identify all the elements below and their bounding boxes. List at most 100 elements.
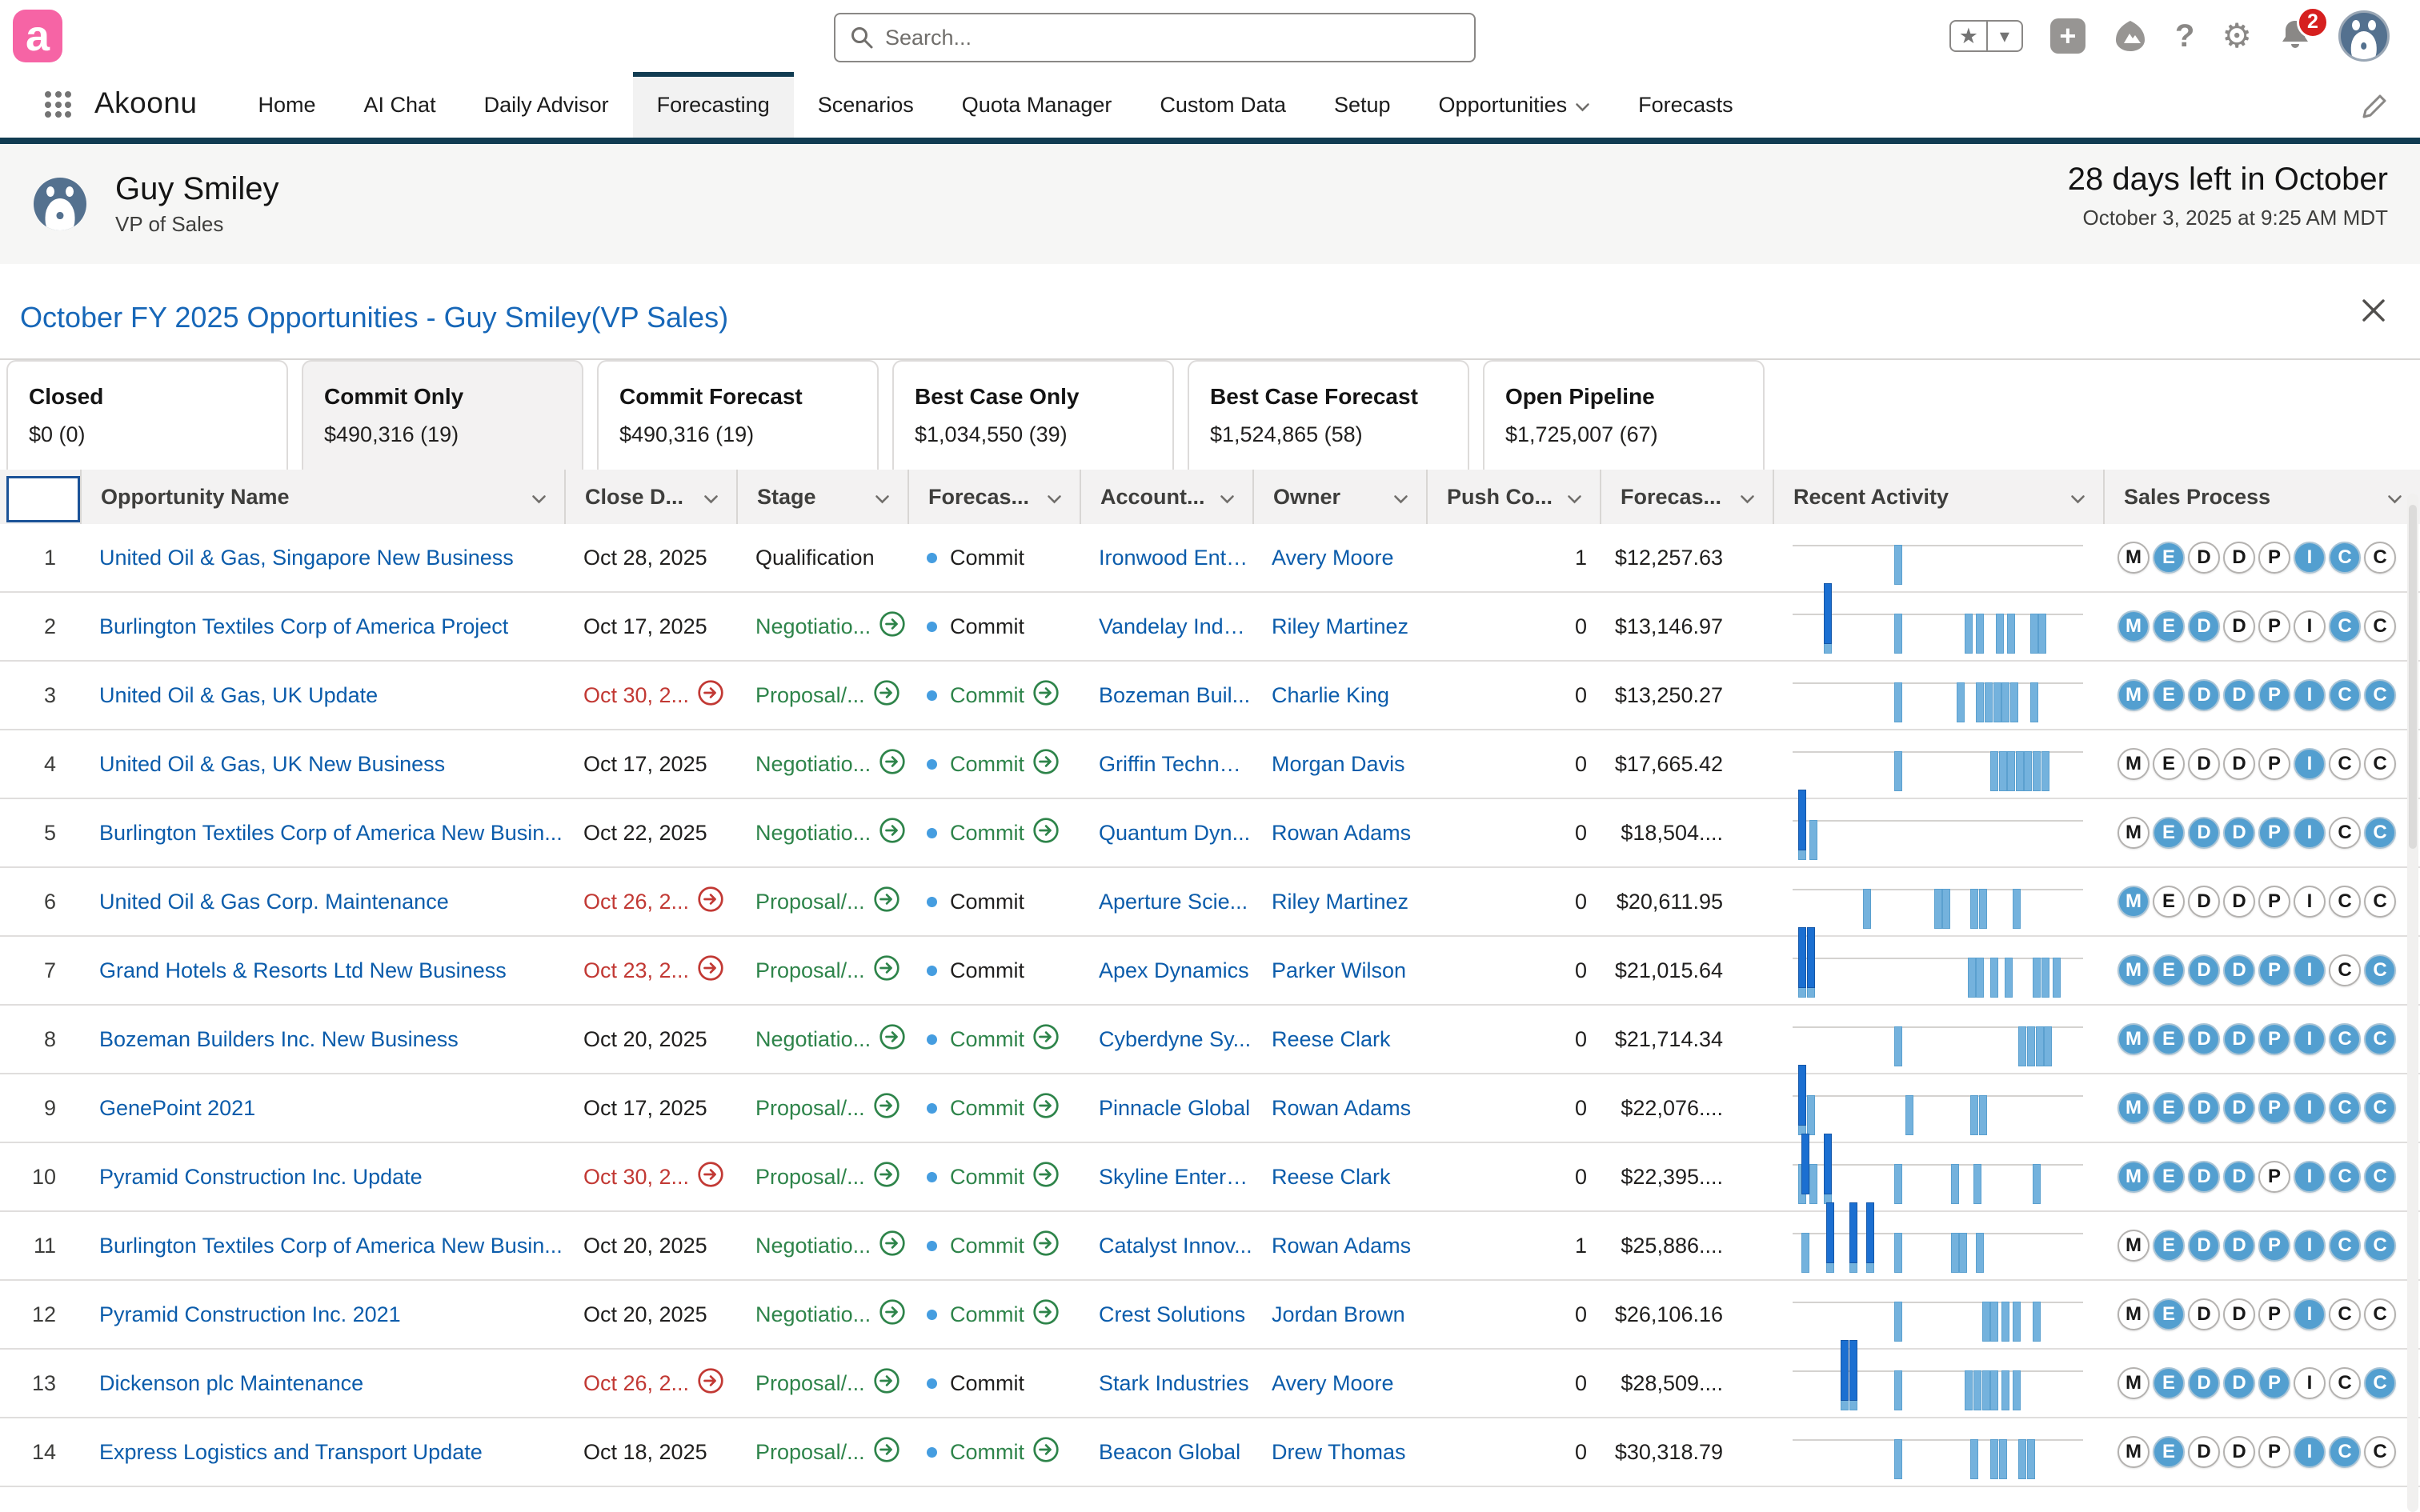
- sales-process-step-d[interactable]: D: [2223, 1023, 2255, 1055]
- sales-process-step-e[interactable]: E: [2153, 1298, 2185, 1330]
- sales-process-step-e[interactable]: E: [2153, 1436, 2185, 1468]
- nav-tab-opportunities[interactable]: Opportunities: [1415, 72, 1615, 138]
- sales-process-step-c[interactable]: C: [2329, 1298, 2361, 1330]
- sales-process-step-d[interactable]: D: [2188, 1023, 2220, 1055]
- global-search[interactable]: [834, 13, 1476, 62]
- owner-link[interactable]: Rowan Adams: [1272, 821, 1411, 846]
- sales-process-step-c[interactable]: C: [2329, 1367, 2361, 1399]
- owner-link[interactable]: Jordan Brown: [1272, 1302, 1405, 1327]
- sales-process-step-c[interactable]: C: [2329, 748, 2361, 780]
- opportunity-name-link[interactable]: GenePoint 2021: [99, 1096, 255, 1121]
- sales-process-step-p[interactable]: P: [2258, 886, 2290, 918]
- sales-process-step-i[interactable]: I: [2294, 542, 2326, 574]
- favorites-button[interactable]: ★ ▾: [1949, 20, 2023, 52]
- sales-process-step-e[interactable]: E: [2153, 886, 2185, 918]
- sort-chevron-icon[interactable]: [1047, 485, 1062, 510]
- opportunity-name-link[interactable]: United Oil & Gas, Singapore New Business: [99, 546, 514, 570]
- opportunity-name-link[interactable]: United Oil & Gas, UK New Business: [99, 752, 445, 777]
- nav-tab-home[interactable]: Home: [234, 72, 340, 138]
- account-link[interactable]: Bozeman Buil...: [1099, 683, 1250, 708]
- sales-process-step-e[interactable]: E: [2153, 748, 2185, 780]
- sales-process-step-d[interactable]: D: [2223, 886, 2255, 918]
- sales-process-step-p[interactable]: P: [2258, 1161, 2290, 1193]
- owner-link[interactable]: Rowan Adams: [1272, 1234, 1411, 1258]
- trailhead-icon[interactable]: [2113, 19, 2148, 53]
- sales-process-step-i[interactable]: I: [2294, 610, 2326, 642]
- nav-tab-quota-manager[interactable]: Quota Manager: [938, 72, 1136, 138]
- opportunity-name-link[interactable]: Pyramid Construction Inc. Update: [99, 1165, 423, 1190]
- user-avatar[interactable]: [2338, 10, 2390, 62]
- sales-process-step-d[interactable]: D: [2188, 1436, 2220, 1468]
- sort-chevron-icon[interactable]: [2387, 485, 2402, 510]
- sales-process-step-d[interactable]: D: [2188, 748, 2220, 780]
- sales-process-step-i[interactable]: I: [2294, 886, 2326, 918]
- sales-process-step-c[interactable]: C: [2329, 954, 2361, 986]
- sales-process-step-c[interactable]: C: [2364, 1161, 2396, 1193]
- sales-process-step-i[interactable]: I: [2294, 954, 2326, 986]
- account-link[interactable]: Stark Industries: [1099, 1371, 1249, 1396]
- sales-process-step-c[interactable]: C: [2329, 1230, 2361, 1262]
- sales-process-step-m[interactable]: M: [2118, 886, 2150, 918]
- help-icon[interactable]: ?: [2175, 18, 2194, 54]
- sales-process-step-m[interactable]: M: [2118, 1367, 2150, 1399]
- account-link[interactable]: Apex Dynamics: [1099, 958, 1249, 983]
- opportunity-name-link[interactable]: Express Logistics and Transport Update: [99, 1440, 483, 1465]
- sales-process-step-p[interactable]: P: [2258, 1023, 2290, 1055]
- akoonu-logo-icon[interactable]: a: [13, 10, 62, 62]
- account-link[interactable]: Vandelay Indu...: [1099, 614, 1252, 639]
- sales-process-step-p[interactable]: P: [2258, 679, 2290, 711]
- sales-process-step-d[interactable]: D: [2188, 610, 2220, 642]
- sales-process-step-e[interactable]: E: [2153, 1023, 2185, 1055]
- nav-tab-custom-data[interactable]: Custom Data: [1136, 72, 1310, 138]
- sales-process-step-i[interactable]: I: [2294, 1092, 2326, 1124]
- sales-process-step-c[interactable]: C: [2329, 610, 2361, 642]
- sales-process-step-p[interactable]: P: [2258, 1436, 2290, 1468]
- sales-process-step-e[interactable]: E: [2153, 1161, 2185, 1193]
- sales-process-step-e[interactable]: E: [2153, 817, 2185, 849]
- sales-process-step-p[interactable]: P: [2258, 610, 2290, 642]
- sales-process-step-d[interactable]: D: [2188, 886, 2220, 918]
- column-header-owner[interactable]: Owner: [1252, 470, 1426, 524]
- sales-process-step-m[interactable]: M: [2118, 1298, 2150, 1330]
- sales-process-step-d[interactable]: D: [2188, 1092, 2220, 1124]
- opportunity-name-link[interactable]: United Oil & Gas Corp. Maintenance: [99, 890, 449, 914]
- sales-process-step-m[interactable]: M: [2118, 1436, 2150, 1468]
- sales-process-step-d[interactable]: D: [2188, 1161, 2220, 1193]
- sales-process-step-e[interactable]: E: [2153, 1367, 2185, 1399]
- sales-process-step-d[interactable]: D: [2188, 1230, 2220, 1262]
- sales-process-step-i[interactable]: I: [2294, 1161, 2326, 1193]
- sales-process-step-p[interactable]: P: [2258, 1230, 2290, 1262]
- sales-process-step-c[interactable]: C: [2364, 1230, 2396, 1262]
- summary-tab-open-pipeline[interactable]: Open Pipeline$1,725,007 (67): [1483, 360, 1765, 470]
- sales-process-step-i[interactable]: I: [2294, 748, 2326, 780]
- summary-tab-best-case-only[interactable]: Best Case Only$1,034,550 (39): [892, 360, 1174, 470]
- sort-chevron-icon[interactable]: [1220, 485, 1235, 510]
- sales-process-step-i[interactable]: I: [2294, 1436, 2326, 1468]
- sales-process-step-p[interactable]: P: [2258, 748, 2290, 780]
- sales-process-step-c[interactable]: C: [2329, 1161, 2361, 1193]
- sales-process-step-m[interactable]: M: [2118, 748, 2150, 780]
- sales-process-step-m[interactable]: M: [2118, 1161, 2150, 1193]
- sales-process-step-c[interactable]: C: [2364, 1092, 2396, 1124]
- owner-link[interactable]: Reese Clark: [1272, 1027, 1391, 1052]
- opportunity-name-link[interactable]: Pyramid Construction Inc. 2021: [99, 1302, 401, 1327]
- sales-process-step-d[interactable]: D: [2223, 1298, 2255, 1330]
- app-launcher-icon[interactable]: [45, 91, 72, 118]
- owner-link[interactable]: Avery Moore: [1272, 1371, 1394, 1396]
- sales-process-step-c[interactable]: C: [2364, 1023, 2396, 1055]
- sales-process-step-c[interactable]: C: [2329, 1092, 2361, 1124]
- sales-process-step-p[interactable]: P: [2258, 542, 2290, 574]
- owner-link[interactable]: Charlie King: [1272, 683, 1389, 708]
- sales-process-step-d[interactable]: D: [2223, 748, 2255, 780]
- add-icon[interactable]: +: [2050, 18, 2085, 54]
- sales-process-step-m[interactable]: M: [2118, 954, 2150, 986]
- opportunity-name-link[interactable]: Dickenson plc Maintenance: [99, 1371, 363, 1396]
- sales-process-step-e[interactable]: E: [2153, 1092, 2185, 1124]
- column-header-close-d-[interactable]: Close D...: [564, 470, 736, 524]
- sales-process-step-m[interactable]: M: [2118, 1023, 2150, 1055]
- opportunity-name-link[interactable]: Burlington Textiles Corp of America Proj…: [99, 614, 508, 639]
- sales-process-step-d[interactable]: D: [2223, 1161, 2255, 1193]
- owner-link[interactable]: Riley Martinez: [1272, 614, 1408, 639]
- sales-process-step-m[interactable]: M: [2118, 1230, 2150, 1262]
- sales-process-step-m[interactable]: M: [2118, 542, 2150, 574]
